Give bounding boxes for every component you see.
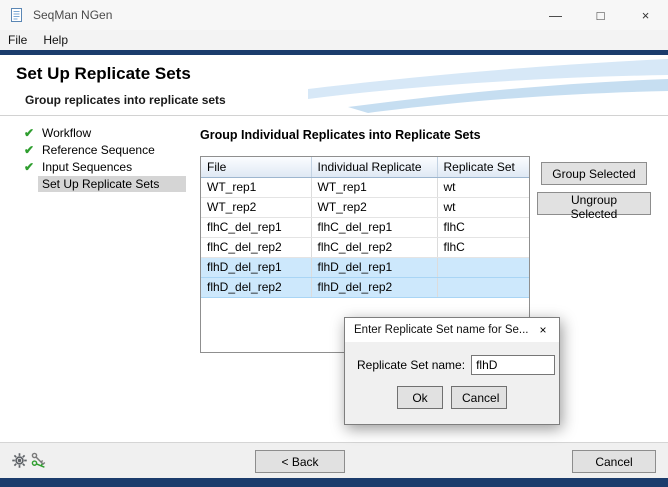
column-header-individual-replicate[interactable]: Individual Replicate [311,157,438,178]
cell-set: wt [437,197,529,218]
table-action-buttons: Group Selected Ungroup Selected [537,162,651,222]
back-button[interactable]: < Back [255,450,345,473]
maximize-button[interactable]: □ [578,0,623,30]
table-row[interactable]: flhC_del_rep2 flhC_del_rep2 flhC [201,237,529,258]
cell-replicate: WT_rep1 [311,177,438,198]
replicate-set-name-dialog: Enter Replicate Set name for Se... × Rep… [344,317,560,425]
sidebar-item-input-sequences[interactable]: ✔ Input Sequences [0,158,190,175]
sidebar-item-label: Reference Sequence [42,142,155,157]
check-icon: ✔ [23,159,35,174]
titlebar: SeqMan NGen — □ × [0,0,668,30]
minimize-button[interactable]: — [533,0,578,30]
dialog-cancel-button[interactable]: Cancel [451,386,507,409]
column-header-file[interactable]: File [201,157,312,178]
footer-icons [11,451,50,469]
dialog-title: Enter Replicate Set name for Se... [354,324,529,336]
cell-set [437,257,529,278]
keys-icon[interactable] [30,451,48,469]
page-subtitle: Group replicates into replicate sets [25,93,226,107]
menu-file[interactable]: File [0,31,35,49]
table-row-selected[interactable]: flhD_del_rep1 flhD_del_rep1 [201,257,529,278]
table-row[interactable]: flhC_del_rep1 flhC_del_rep1 flhC [201,217,529,238]
cancel-button[interactable]: Cancel [572,450,656,473]
dialog-close-icon[interactable]: × [527,318,559,342]
wizard-steps-sidebar: ✔ Workflow ✔ Reference Sequence ✔ Input … [0,124,190,192]
cell-replicate: flhC_del_rep1 [311,217,438,238]
window-controls: — □ × [533,0,668,30]
table-row-selected[interactable]: flhD_del_rep2 flhD_del_rep2 [201,277,529,298]
cell-replicate: flhC_del_rep2 [311,237,438,258]
replicate-set-name-input[interactable] [471,355,556,375]
ungroup-selected-button[interactable]: Ungroup Selected [537,192,651,221]
sidebar-item-label: Input Sequences [42,159,133,174]
cell-file: flhD_del_rep2 [201,277,312,298]
close-button[interactable]: × [623,0,668,30]
check-icon: ✔ [23,125,35,140]
sidebar-item-label: Workflow [42,125,92,140]
cell-set: flhC [437,217,529,238]
gear-icon[interactable] [11,452,28,469]
column-header-replicate-set[interactable]: Replicate Set [437,157,529,178]
content-area: ✔ Workflow ✔ Reference Sequence ✔ Input … [0,116,668,442]
window-title: SeqMan NGen [33,8,113,22]
check-icon: ✔ [23,142,35,157]
page-header: Set Up Replicate Sets Group replicates i… [0,55,668,116]
menu-help[interactable]: Help [35,31,76,49]
cell-replicate: WT_rep2 [311,197,438,218]
table-header-row: File Individual Replicate Replicate Set [201,157,529,178]
group-selected-button[interactable]: Group Selected [541,162,647,185]
table-row[interactable]: WT_rep1 WT_rep1 wt [201,177,529,198]
app-icon [9,7,25,23]
cell-replicate: flhD_del_rep2 [311,277,438,298]
cell-replicate: flhD_del_rep1 [311,257,438,278]
dialog-input-row: Replicate Set name: [357,355,556,375]
replicate-set-name-label: Replicate Set name: [357,358,466,372]
footer-bar: < Back Cancel [0,442,668,478]
app-window: SeqMan NGen — □ × File Help Set Up Repli… [0,0,668,487]
decorative-swoosh [308,59,668,113]
replicates-table: File Individual Replicate Replicate Set … [201,157,529,298]
cell-file: flhC_del_rep1 [201,217,312,238]
table-row[interactable]: WT_rep2 WT_rep2 wt [201,197,529,218]
cell-set: flhC [437,237,529,258]
sidebar-item-set-up-replicate-sets[interactable]: Set Up Replicate Sets [0,175,190,192]
cell-file: WT_rep2 [201,197,312,218]
sidebar-item-reference-sequence[interactable]: ✔ Reference Sequence [0,141,190,158]
sidebar-item-workflow[interactable]: ✔ Workflow [0,124,190,141]
cell-file: WT_rep1 [201,177,312,198]
menubar: File Help [0,30,668,50]
cell-set [437,277,529,298]
dialog-titlebar: Enter Replicate Set name for Se... × [345,318,559,342]
dialog-buttons: Ok Cancel [345,386,559,409]
cell-set: wt [437,177,529,198]
section-heading: Group Individual Replicates into Replica… [200,128,481,142]
page-title: Set Up Replicate Sets [16,64,191,83]
bottom-divider [0,478,668,487]
ok-button[interactable]: Ok [397,386,443,409]
cell-file: flhC_del_rep2 [201,237,312,258]
sidebar-item-label: Set Up Replicate Sets [38,175,186,192]
cell-file: flhD_del_rep1 [201,257,312,278]
